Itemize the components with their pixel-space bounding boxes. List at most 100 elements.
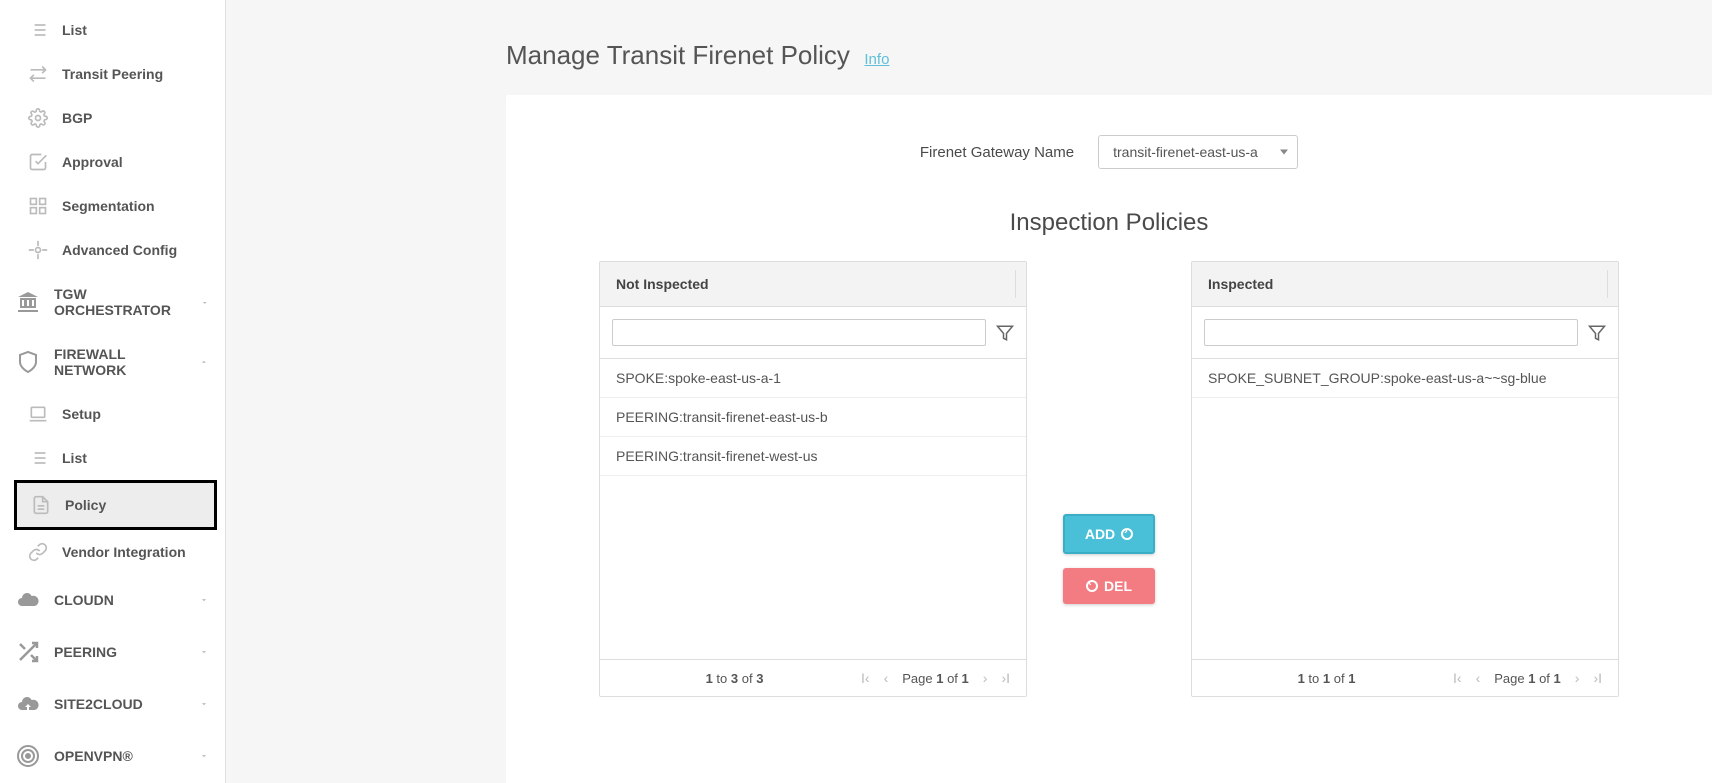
sidebar-item-label: OPENVPN® <box>54 748 133 764</box>
list-item[interactable]: SPOKE_SUBNET_GROUP:spoke-east-us-a~~sg-b… <box>1192 359 1618 398</box>
shield-icon <box>16 350 40 374</box>
chevron-down-icon <box>200 294 209 310</box>
sidebar-item-label: Transit Peering <box>62 66 163 82</box>
not-inspected-filter-row <box>600 307 1026 359</box>
list-item[interactable]: PEERING:transit-firenet-west-us <box>600 437 1026 476</box>
del-button[interactable]: DEL <box>1063 568 1155 604</box>
not-inspected-panel: Not Inspected SPOKE:spoke-east-us-a-1 PE… <box>599 261 1027 697</box>
filter-icon[interactable] <box>996 324 1014 342</box>
inspected-filter-row <box>1192 307 1618 359</box>
check-square-icon <box>28 152 48 172</box>
main-content: Manage Transit Firenet Policy Info Firen… <box>226 0 1712 783</box>
page-next-icon[interactable]: › <box>979 670 992 686</box>
sidebar-item-label: Segmentation <box>62 198 155 214</box>
sidebar-item-list[interactable]: List <box>0 8 225 52</box>
arrow-right-circle-icon <box>1121 528 1133 540</box>
gateway-label: Firenet Gateway Name <box>920 144 1074 161</box>
not-inspected-header: Not Inspected <box>600 262 1026 307</box>
sidebar-item-label: Vendor Integration <box>62 544 186 560</box>
chevron-down-icon <box>199 748 209 764</box>
sidebar-item-site2cloud[interactable]: SITE2CLOUD <box>0 678 225 730</box>
transfer-buttons: ADD DEL <box>1063 514 1155 604</box>
page-header: Manage Transit Firenet Policy Info <box>226 0 1712 95</box>
sidebar-item-label: FIREWALL NETWORK <box>54 346 199 378</box>
building-icon <box>16 290 40 314</box>
sidebar: List Transit Peering BGP Approval Segmen… <box>0 0 226 783</box>
pagination: I‹ ‹ Page 1 of 1 › ›I <box>857 670 1014 686</box>
target-icon <box>16 744 40 768</box>
sidebar-item-openvpn[interactable]: OPENVPN® <box>0 730 225 782</box>
page-last-icon[interactable]: ›I <box>997 670 1014 686</box>
page-first-icon[interactable]: I‹ <box>857 670 874 686</box>
sidebar-item-label: Approval <box>62 154 123 170</box>
sidebar-item-setup[interactable]: Setup <box>0 392 225 436</box>
sidebar-item-label: Advanced Config <box>62 242 177 258</box>
page-next-icon[interactable]: › <box>1571 670 1584 686</box>
add-button-label: ADD <box>1085 526 1115 542</box>
sidebar-item-bgp[interactable]: BGP <box>0 96 225 140</box>
gateway-select[interactable]: transit-firenet-east-us-a <box>1098 135 1298 169</box>
inspected-footer: 1 to 1 of 1 I‹ ‹ Page 1 of 1 › ›I <box>1192 659 1618 696</box>
page-indicator: Page 1 of 1 <box>902 671 969 686</box>
swap-icon <box>28 64 48 84</box>
del-button-label: DEL <box>1104 578 1132 594</box>
link-icon <box>28 542 48 562</box>
page-first-icon[interactable]: I‹ <box>1449 670 1466 686</box>
inspected-header: Inspected <box>1192 262 1618 307</box>
list-item[interactable]: PEERING:transit-firenet-east-us-b <box>600 398 1026 437</box>
not-inspected-filter-input[interactable] <box>612 319 986 346</box>
list-icon <box>28 20 48 40</box>
not-inspected-list: SPOKE:spoke-east-us-a-1 PEERING:transit-… <box>600 359 1026 659</box>
inspected-filter-input[interactable] <box>1204 319 1578 346</box>
chevron-down-icon <box>199 696 209 712</box>
chevron-up-icon <box>199 354 209 370</box>
list-icon <box>28 448 48 468</box>
segment-icon <box>28 196 48 216</box>
info-link[interactable]: Info <box>864 51 889 68</box>
chevron-down-icon <box>199 644 209 660</box>
sidebar-item-tgw-orchestrator[interactable]: TGW ORCHESTRATOR <box>0 272 225 332</box>
sidebar-item-firewall-network[interactable]: FIREWALL NETWORK <box>0 332 225 392</box>
cog-icon <box>28 240 48 260</box>
sidebar-item-label: Setup <box>62 406 101 422</box>
sidebar-item-policy[interactable]: Policy <box>14 480 217 530</box>
summary-text: 1 to 1 of 1 <box>1204 671 1449 686</box>
sidebar-item-label: PEERING <box>54 644 117 660</box>
gateway-selector-row: Firenet Gateway Name transit-firenet-eas… <box>506 135 1712 169</box>
list-item[interactable]: SPOKE:spoke-east-us-a-1 <box>600 359 1026 398</box>
sidebar-item-label: SITE2CLOUD <box>54 696 143 712</box>
add-button[interactable]: ADD <box>1063 514 1155 554</box>
sidebar-item-label: Policy <box>65 497 106 513</box>
sidebar-item-label: TGW ORCHESTRATOR <box>54 286 200 318</box>
page-last-icon[interactable]: ›I <box>1589 670 1606 686</box>
not-inspected-footer: 1 to 3 of 3 I‹ ‹ Page 1 of 1 › ›I <box>600 659 1026 696</box>
sidebar-item-peering[interactable]: PEERING <box>0 626 225 678</box>
inspected-list: SPOKE_SUBNET_GROUP:spoke-east-us-a~~sg-b… <box>1192 359 1618 659</box>
content-card: Firenet Gateway Name transit-firenet-eas… <box>506 95 1712 783</box>
sidebar-item-label: BGP <box>62 110 92 126</box>
sidebar-item-segmentation[interactable]: Segmentation <box>0 184 225 228</box>
sidebar-item-approval[interactable]: Approval <box>0 140 225 184</box>
arrow-left-circle-icon <box>1086 580 1098 592</box>
page-indicator: Page 1 of 1 <box>1494 671 1561 686</box>
sidebar-item-transit-peering[interactable]: Transit Peering <box>0 52 225 96</box>
sidebar-item-advanced-config[interactable]: Advanced Config <box>0 228 225 272</box>
inspection-policies-title: Inspection Policies <box>506 209 1712 237</box>
page-prev-icon[interactable]: ‹ <box>880 670 893 686</box>
panels-container: Not Inspected SPOKE:spoke-east-us-a-1 PE… <box>506 261 1712 697</box>
sidebar-item-label: CLOUDN <box>54 592 114 608</box>
filter-icon[interactable] <box>1588 324 1606 342</box>
sidebar-item-vendor-integration[interactable]: Vendor Integration <box>0 530 225 574</box>
page-prev-icon[interactable]: ‹ <box>1472 670 1485 686</box>
cloud-upload-icon <box>16 692 40 716</box>
sidebar-item-cloudn[interactable]: CLOUDN <box>0 574 225 626</box>
sidebar-item-label: List <box>62 450 87 466</box>
sidebar-item-list-fw[interactable]: List <box>0 436 225 480</box>
summary-text: 1 to 3 of 3 <box>612 671 857 686</box>
chevron-down-icon <box>199 592 209 608</box>
cloud-icon <box>16 588 40 612</box>
file-icon <box>31 495 51 515</box>
inspected-panel: Inspected SPOKE_SUBNET_GROUP:spoke-east-… <box>1191 261 1619 697</box>
shuffle-icon <box>16 640 40 664</box>
laptop-icon <box>28 404 48 424</box>
